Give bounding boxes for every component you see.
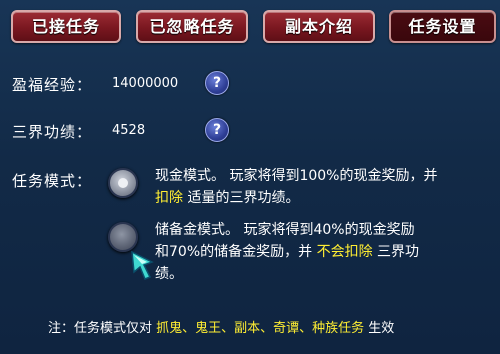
sanjie-help-icon[interactable]: ? bbox=[205, 118, 229, 142]
reserve-mode-line2-prefix: 和70%的储备金奖励，并 bbox=[155, 244, 317, 260]
reserve-mode-line2-suffix: 三界功 bbox=[372, 244, 420, 260]
sanjie-merit-value: 4528 bbox=[112, 123, 146, 138]
cash-mode-line1: 现金模式。 玩家将得到100%的现金奖励，并 bbox=[155, 168, 438, 184]
cash-mode-line2-rest: 适量的三界功绩。 bbox=[183, 190, 300, 206]
reserve-mode-no-deduct-highlight: 不会扣除 bbox=[316, 244, 373, 260]
radio-selected-dot bbox=[118, 178, 128, 188]
task-mode-note: 注：任务模式仅对 抓鬼、鬼王、副本、奇谭、种族任务 生效 bbox=[48, 317, 394, 336]
reserve-mode-radio[interactable] bbox=[108, 222, 138, 252]
note-prefix: 注：任务模式仅对 bbox=[48, 321, 157, 336]
tab-task-settings[interactable]: 任务设置 bbox=[389, 10, 496, 43]
reserve-mode-line3: 绩。 bbox=[155, 266, 183, 282]
task-mode-label: 任务模式： bbox=[12, 172, 93, 190]
cash-mode-radio[interactable] bbox=[108, 168, 138, 198]
cash-mode-description: 现金模式。 玩家将得到100%的现金奖励，并 扣除 适量的三界功绩。 bbox=[155, 165, 500, 209]
note-suffix: 生效 bbox=[364, 321, 395, 336]
task-settings-panel: 已接任务 已忽略任务 副本介绍 任务设置 盈福经验： 14000000 ? 三界… bbox=[0, 0, 500, 354]
tab-dungeon-intro[interactable]: 副本介绍 bbox=[263, 10, 375, 43]
yingfu-exp-value: 14000000 bbox=[112, 76, 179, 91]
cash-mode-line2: 扣除 适量的三界功绩。 bbox=[155, 187, 500, 209]
reserve-mode-line2: 和70%的储备金奖励，并 不会扣除 三界功 bbox=[155, 241, 500, 263]
cash-mode-deduct-highlight: 扣除 bbox=[155, 190, 183, 206]
reserve-mode-description: 储备金模式。 玩家将得到40%的现金奖励 和70%的储备金奖励，并 不会扣除 三… bbox=[155, 219, 500, 285]
tab-ignored-tasks[interactable]: 已忽略任务 bbox=[136, 10, 248, 43]
yingfu-help-icon[interactable]: ? bbox=[205, 71, 229, 95]
yingfu-exp-label: 盈福经验： bbox=[12, 76, 93, 94]
sanjie-merit-label: 三界功绩： bbox=[12, 123, 93, 141]
note-task-types: 抓鬼、鬼王、副本、奇谭、种族任务 bbox=[156, 321, 365, 336]
game-cursor-icon bbox=[131, 250, 154, 280]
tab-accepted-tasks[interactable]: 已接任务 bbox=[11, 10, 121, 43]
reserve-mode-line1: 储备金模式。 玩家将得到40%的现金奖励 bbox=[155, 222, 415, 238]
